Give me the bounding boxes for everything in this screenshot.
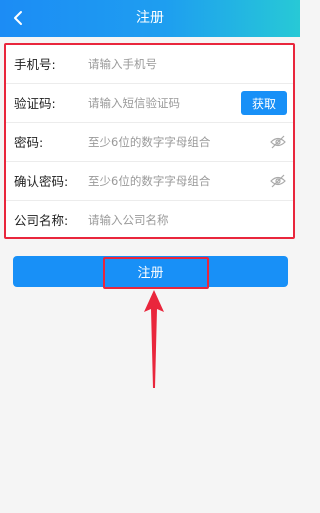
confirm-password-input[interactable] xyxy=(88,171,238,191)
company-label: 公司名称: xyxy=(14,213,69,228)
confirm-password-row: 确认密码: xyxy=(6,162,293,201)
password-row: 密码: xyxy=(6,123,293,162)
code-row: 验证码: 获取 xyxy=(6,84,293,123)
arrow-up-icon xyxy=(144,290,164,388)
phone-label: 手机号: xyxy=(14,57,56,72)
header-bar: 注册 xyxy=(0,0,300,37)
code-label: 验证码: xyxy=(14,96,56,111)
phone-input[interactable] xyxy=(88,54,238,74)
get-code-button[interactable]: 获取 xyxy=(241,91,287,115)
password-label: 密码: xyxy=(14,135,44,150)
confirm-password-label: 确认密码: xyxy=(14,174,69,189)
register-button[interactable]: 注册 xyxy=(13,256,288,287)
phone-row: 手机号: xyxy=(6,45,293,84)
registration-form: 手机号: 验证码: 获取 密码: 确认密码: 公司名称: xyxy=(4,43,295,239)
code-input[interactable] xyxy=(88,93,238,113)
eye-closed-icon[interactable] xyxy=(270,135,286,149)
company-input[interactable] xyxy=(88,210,238,230)
company-row: 公司名称: xyxy=(6,201,293,240)
eye-closed-icon[interactable] xyxy=(270,174,286,188)
page-title: 注册 xyxy=(136,10,164,26)
password-input[interactable] xyxy=(88,132,238,152)
